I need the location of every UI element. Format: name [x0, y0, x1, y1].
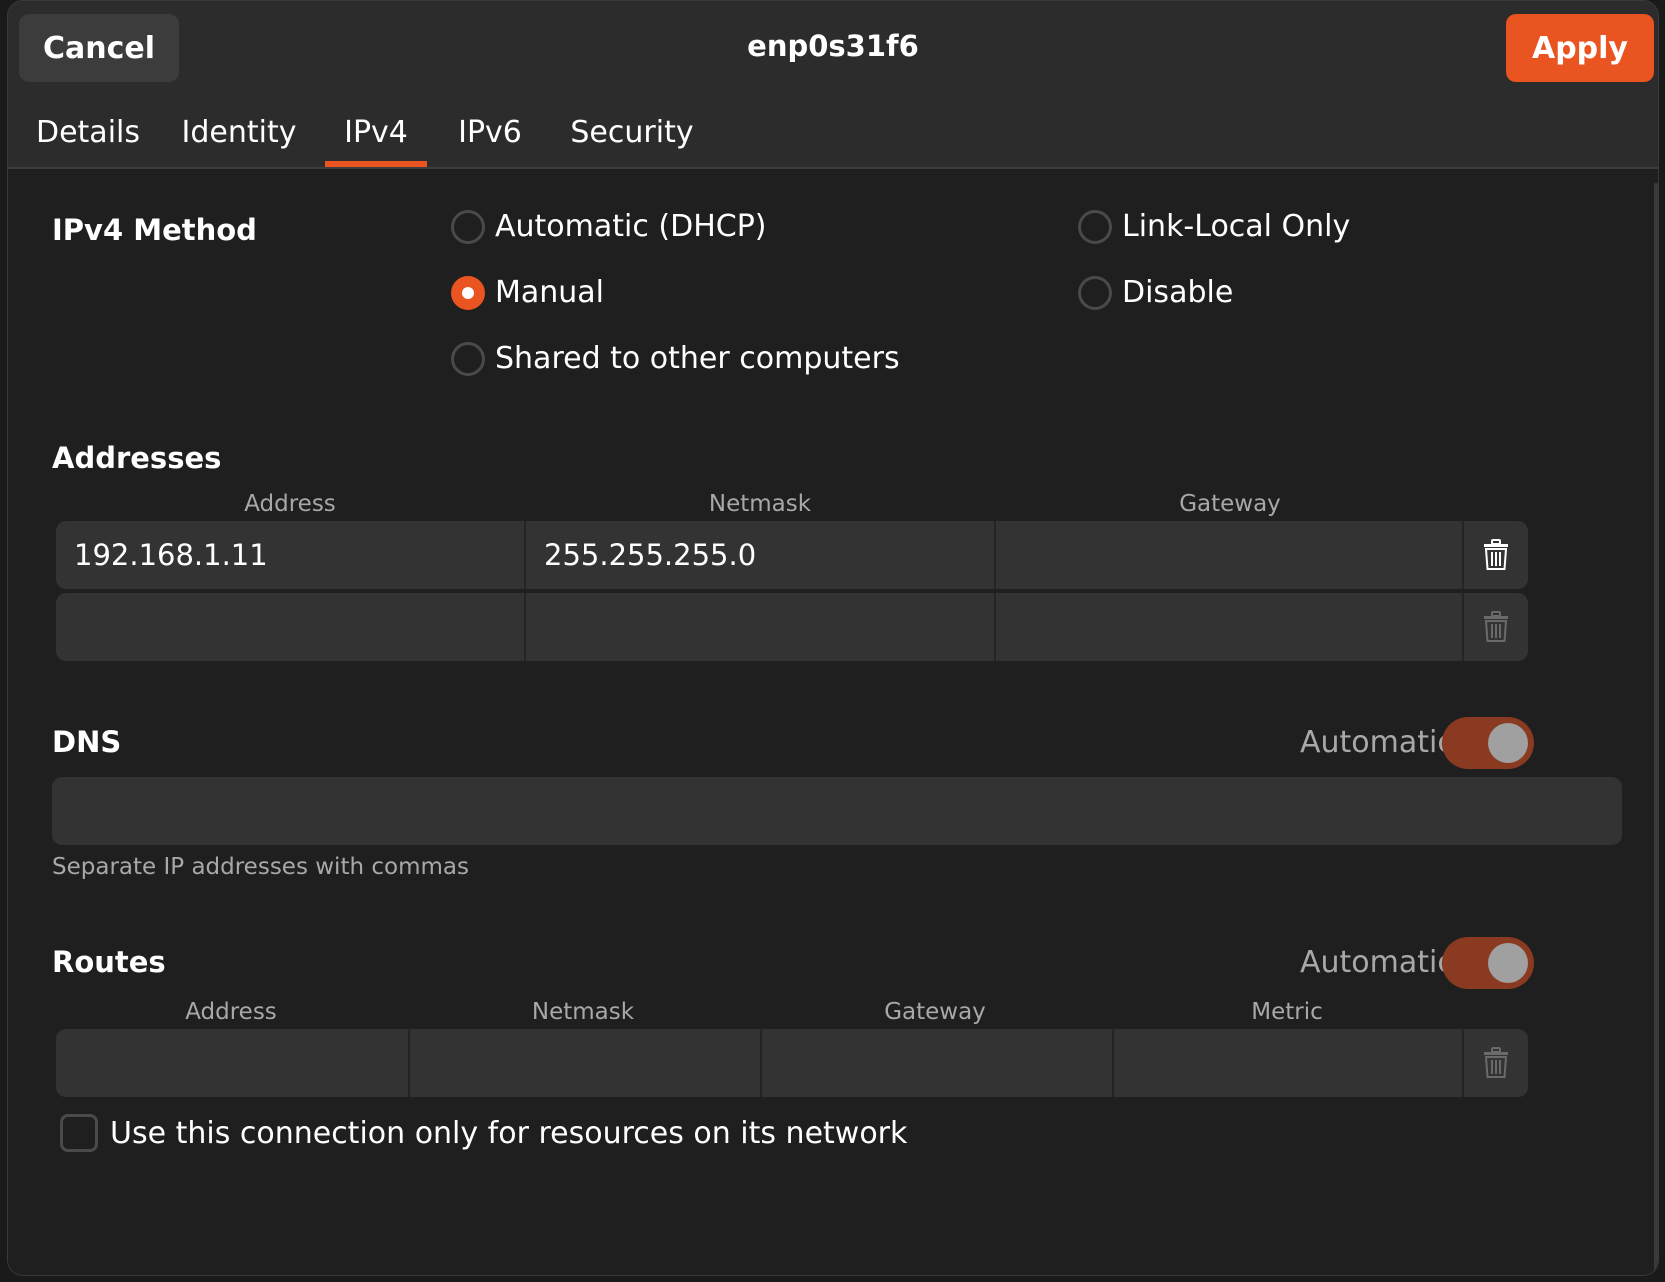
delete-route-button-disabled[interactable] — [1462, 1029, 1528, 1097]
addresses-title: Addresses — [52, 441, 222, 475]
ipv4-page: IPv4 Method Automatic (DHCP) Manual Shar… — [8, 169, 1658, 1275]
dns-automatic-switch[interactable] — [1442, 717, 1534, 769]
radio-shared[interactable]: Shared to other computers — [451, 341, 900, 376]
radio-label: Manual — [495, 275, 605, 310]
tab-bar: Details Identity IPv4 IPv6 Security — [8, 99, 1658, 167]
address-row-empty — [56, 593, 1528, 661]
dns-title: DNS — [52, 725, 122, 759]
radio-indicator[interactable] — [1078, 209, 1112, 244]
netmask-field[interactable] — [526, 593, 994, 661]
connection-settings-dialog: Cancel enp0s31f6 Apply Details Identity … — [7, 0, 1659, 1276]
delete-address-button[interactable] — [1462, 521, 1528, 589]
addresses-col-netmask: Netmask — [708, 491, 812, 517]
radio-label: Shared to other computers — [495, 341, 900, 376]
routes-col-gateway: Gateway — [884, 999, 986, 1025]
address-field[interactable] — [56, 593, 524, 661]
trash-icon — [1484, 1047, 1508, 1078]
route-metric-field[interactable] — [1114, 1029, 1462, 1097]
tab-identity[interactable]: Identity — [175, 99, 303, 165]
radio-label: Automatic (DHCP) — [495, 209, 767, 244]
tab-ipv6[interactable]: IPv6 — [446, 99, 534, 165]
gateway-field[interactable] — [996, 593, 1462, 661]
tab-details[interactable]: Details — [24, 99, 152, 165]
radio-indicator-checked[interactable] — [451, 275, 485, 310]
dns-input[interactable] — [52, 777, 1622, 845]
routes-title: Routes — [52, 945, 166, 979]
trash-icon — [1484, 539, 1508, 570]
netmask-field[interactable]: 255.255.255.0 — [526, 521, 994, 589]
local-only-checkbox-row[interactable]: Use this connection only for resources o… — [60, 1114, 907, 1152]
radio-disable[interactable]: Disable — [1078, 275, 1233, 310]
switch-knob — [1488, 943, 1528, 983]
routes-col-address: Address — [185, 999, 277, 1025]
local-only-label: Use this connection only for resources o… — [110, 1115, 908, 1151]
address-field[interactable]: 192.168.1.11 — [56, 521, 524, 589]
header-bar: Cancel enp0s31f6 Apply Details Identity … — [8, 1, 1658, 169]
radio-indicator[interactable] — [451, 209, 485, 244]
radio-indicator[interactable] — [1078, 275, 1112, 310]
route-gateway-field[interactable] — [762, 1029, 1112, 1097]
addresses-col-address: Address — [244, 491, 336, 517]
route-row — [56, 1029, 1528, 1097]
dns-hint: Separate IP addresses with commas — [52, 854, 469, 880]
window-title: enp0s31f6 — [747, 29, 919, 63]
tab-ipv4[interactable]: IPv4 — [325, 99, 427, 167]
scrollbar[interactable] — [1654, 183, 1658, 1273]
route-address-field[interactable] — [56, 1029, 408, 1097]
radio-label: Link-Local Only — [1122, 209, 1351, 244]
routes-automatic-label: Automatic — [1300, 945, 1454, 980]
route-netmask-field[interactable] — [410, 1029, 760, 1097]
switch-knob — [1488, 723, 1528, 763]
ipv4-method-title: IPv4 Method — [52, 213, 257, 247]
address-row: 192.168.1.11 255.255.255.0 — [56, 521, 1528, 589]
dns-automatic-label: Automatic — [1300, 725, 1454, 760]
local-only-checkbox[interactable] — [60, 1114, 98, 1152]
gateway-field[interactable] — [996, 521, 1462, 589]
routes-col-netmask: Netmask — [531, 999, 635, 1025]
addresses-col-gateway: Gateway — [1179, 491, 1281, 517]
delete-address-button-disabled[interactable] — [1462, 593, 1528, 661]
radio-label: Disable — [1122, 275, 1234, 310]
routes-col-metric: Metric — [1251, 999, 1323, 1025]
radio-indicator[interactable] — [451, 341, 485, 376]
routes-automatic-switch[interactable] — [1442, 937, 1534, 989]
radio-link-local-only[interactable]: Link-Local Only — [1078, 209, 1350, 244]
apply-button[interactable]: Apply — [1506, 14, 1654, 82]
radio-automatic-dhcp[interactable]: Automatic (DHCP) — [451, 209, 767, 244]
radio-manual[interactable]: Manual — [451, 275, 604, 310]
trash-icon — [1484, 611, 1508, 642]
tab-security[interactable]: Security — [568, 99, 696, 165]
